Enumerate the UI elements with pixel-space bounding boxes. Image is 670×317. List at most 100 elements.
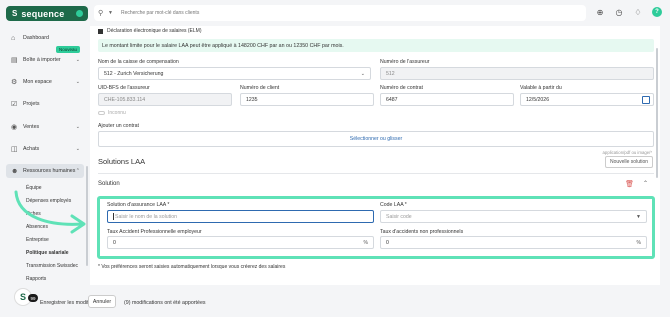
percent-suffix: % — [363, 239, 368, 246]
chevron-down-icon: ⌄ — [75, 124, 80, 130]
sidebar-item-mon-espace[interactable]: ⚙ Mon espace ⌄ — [6, 75, 84, 89]
search-icon: ⚲ — [98, 10, 104, 17]
solution-header: Solution — [98, 181, 120, 187]
modifications-status: (9) modifications ont été apportées — [124, 300, 206, 306]
inconnu-toggle[interactable]: Inconnu — [98, 110, 126, 116]
main-scrollbar[interactable] — [656, 48, 658, 178]
chevron-up-icon: ⌃ — [75, 168, 80, 174]
solution-label: Solution d'assurance LAA * — [107, 202, 170, 208]
chevron-up-icon[interactable]: ⌃ — [643, 180, 648, 187]
chevron-down-icon[interactable]: ▼ — [108, 10, 113, 16]
trash-icon[interactable]: 🗑 — [625, 180, 634, 188]
cancel-button[interactable]: Annuler — [88, 295, 116, 308]
uid-value: CHE-105.833.114 — [104, 96, 146, 103]
clock-icon[interactable]: ◷ — [614, 7, 624, 17]
sidebar-item-ressources-humaines[interactable]: ☻ Ressources humaines ⌃ — [6, 164, 84, 178]
taux-pro-label: Taux Accident Professionnelle employeur — [107, 229, 202, 235]
add-circle-icon[interactable]: ⊕ — [595, 7, 605, 17]
sidebar-item-label: Ventes — [23, 124, 40, 130]
elm-label: Déclaration électronique de salaires (EL… — [107, 28, 202, 34]
code-select[interactable]: Saisir code ▼ — [380, 210, 647, 223]
brand-mark-icon: S — [12, 9, 18, 18]
solution-placeholder: Saisir le nom de la solution — [115, 213, 177, 220]
help-icon[interactable]: ? — [652, 7, 662, 17]
brand-logo[interactable]: S sequence — [6, 6, 88, 21]
brand-name: sequence — [21, 8, 65, 19]
chevron-down-icon: ⌄ — [75, 146, 80, 152]
footnote: * Vos préférences seront saisies automat… — [98, 264, 286, 270]
caisse-label: Nom de la caisse de compensation — [98, 59, 179, 65]
people-icon: ☻ — [11, 167, 19, 175]
inbox-icon: ▤ — [11, 57, 18, 64]
taux-nonpro-value: 0 — [386, 239, 389, 246]
top-bar: S sequence ⚲ ▼ ⊕ ◷ ♢ ? — [0, 0, 670, 26]
cart-icon: ◫ — [11, 146, 18, 153]
valid-label: Valable à partir du — [520, 85, 562, 91]
sidebar: ⌂ Dashboard Nouveau ▤ Boîte à importer ⌄… — [0, 26, 88, 317]
sidebar-item-label: Boîte à importer — [23, 57, 61, 63]
check-icon: ☑ — [11, 101, 18, 108]
assureur-num-value: 512 — [386, 70, 395, 77]
solution-input[interactable]: Saisir le nom de la solution — [107, 210, 374, 223]
main-panel: Déclaration électronique de salaires (EL… — [90, 26, 660, 285]
client-label: Numéro de client — [240, 85, 280, 91]
contrat-field[interactable]: 6487 — [380, 93, 514, 106]
chevron-down-icon: ⌄ — [75, 79, 80, 85]
sidebar-item-label: Mon espace — [23, 79, 52, 85]
info-alert: Le montant limite pour le salaire LAA pe… — [98, 39, 654, 52]
section-title: Solutions LAA — [98, 157, 146, 166]
sidebar-item-label: Dashboard — [23, 35, 49, 41]
code-placeholder: Saisir code — [386, 213, 412, 220]
calendar-icon[interactable] — [642, 96, 650, 104]
client-value: 1235 — [246, 96, 258, 103]
new-badge: Nouveau — [56, 46, 81, 53]
toggle-icon — [98, 111, 105, 115]
chevron-down-icon: ⌄ — [75, 57, 80, 63]
file-dropzone[interactable]: Sélectionner ou glisser — [98, 131, 654, 147]
profile-icon: ⚙ — [11, 79, 18, 86]
contrat-value: 6487 — [386, 96, 398, 103]
search-input[interactable] — [120, 10, 421, 16]
sidebar-item-dashboard[interactable]: ⌂ Dashboard — [6, 31, 84, 45]
elm-line: Déclaration électronique de salaires (EL… — [98, 28, 202, 34]
sidebar-item-inbox[interactable]: ▤ Boîte à importer ⌄ — [6, 53, 84, 67]
sidebar-item-label: Projets — [23, 101, 40, 107]
caret-down-icon: ▼ — [636, 213, 641, 220]
taux-nonpro-input[interactable]: 0 % — [380, 236, 647, 249]
sidebar-item-ventes[interactable]: ◉ Ventes ⌄ — [6, 120, 84, 134]
sidebar-item-label: Achats — [23, 146, 40, 152]
contrat-label: Numéro de contrat — [380, 85, 423, 91]
taux-pro-input[interactable]: 0 % — [107, 236, 374, 249]
chevron-down-icon: ⌄ — [360, 70, 365, 77]
new-solution-button[interactable]: Nouvelle solution — [605, 156, 653, 168]
taux-pro-value: 0 — [113, 239, 116, 246]
bell-icon[interactable]: ♢ — [633, 7, 643, 17]
caisse-value: 512 - Zurich Versicherung — [104, 70, 164, 77]
valid-value: 12/5/2026 — [526, 96, 550, 103]
sidebar-subitem[interactable]: Rapports — [26, 276, 46, 282]
code-label: Code LAA * — [380, 202, 407, 208]
search-bar[interactable]: ⚲ ▼ — [94, 5, 586, 21]
text-cursor — [113, 213, 114, 220]
client-field[interactable]: 1235 — [240, 93, 374, 106]
sidebar-subitem-active[interactable]: Politique salariale — [26, 250, 69, 256]
percent-suffix: % — [636, 239, 641, 246]
highlight-box — [97, 196, 655, 259]
sidebar-subitem[interactable]: Transmission Swissdec — [26, 263, 78, 269]
sidebar-item-label: Ressources humaines — [23, 168, 76, 174]
divider — [98, 173, 654, 174]
sidebar-item-projets[interactable]: ☑ Projets — [6, 97, 84, 111]
checkbox-icon[interactable] — [98, 28, 103, 34]
uid-label: UID-BFS de l'assureur — [98, 85, 150, 91]
sidebar-item-achats[interactable]: ◫ Achats ⌄ — [6, 142, 84, 156]
valid-date-field[interactable]: 12/5/2026 — [520, 93, 654, 106]
inconnu-label: Inconnu — [108, 110, 126, 116]
file-type-hint: application/pdf ou image/* — [602, 150, 652, 155]
notification-badge: 99 — [28, 294, 38, 302]
assureur-num-label: Numéro de l'assureur — [380, 59, 430, 65]
assureur-num-field: 512 — [380, 67, 654, 80]
home-icon: ⌂ — [11, 34, 16, 42]
workspace-switch-icon[interactable] — [76, 10, 83, 17]
annotation-arrow-icon — [14, 190, 86, 234]
caisse-select[interactable]: 512 - Zurich Versicherung ⌄ — [98, 67, 371, 80]
